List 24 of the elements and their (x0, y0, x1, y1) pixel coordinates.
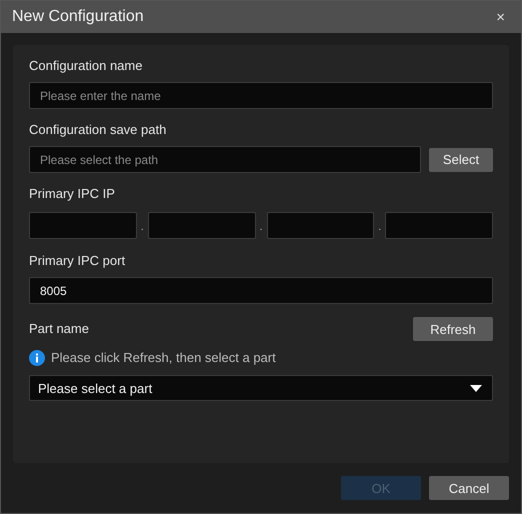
name-field[interactable]: Please enter the name (29, 82, 493, 109)
field-label: Configuration name (29, 58, 144, 74)
ip-octet-field[interactable] (266, 212, 374, 239)
ip-octet-field[interactable] (385, 212, 493, 239)
field-label: Primary IPC port (29, 253, 126, 269)
ip-octet-field[interactable] (29, 212, 137, 239)
close-button[interactable]: × (492, 8, 509, 26)
path-field[interactable]: Please select the path (29, 146, 421, 173)
caret-icon (470, 384, 482, 392)
field-label: Primary IPC IP (29, 186, 116, 202)
ip-separator: . (377, 220, 382, 235)
ip-octet-field[interactable] (148, 212, 256, 239)
hint-text: Please click Refresh, then select a part (51, 349, 276, 367)
refresh-button[interactable]: Refresh (413, 317, 493, 341)
window-title: New Configuration (12, 8, 144, 26)
dialog-button[interactable]: Cancel (429, 476, 509, 500)
port-field[interactable]: 8005 (29, 277, 493, 304)
field-label: Part name (29, 321, 89, 337)
ip-separator: . (140, 220, 145, 235)
ip-separator: . (258, 220, 264, 235)
select-button[interactable]: Select (429, 148, 493, 172)
info-icon (29, 350, 45, 366)
part-dropdown[interactable]: Please select a part (29, 375, 493, 401)
field-label: Configuration save path (29, 122, 168, 138)
